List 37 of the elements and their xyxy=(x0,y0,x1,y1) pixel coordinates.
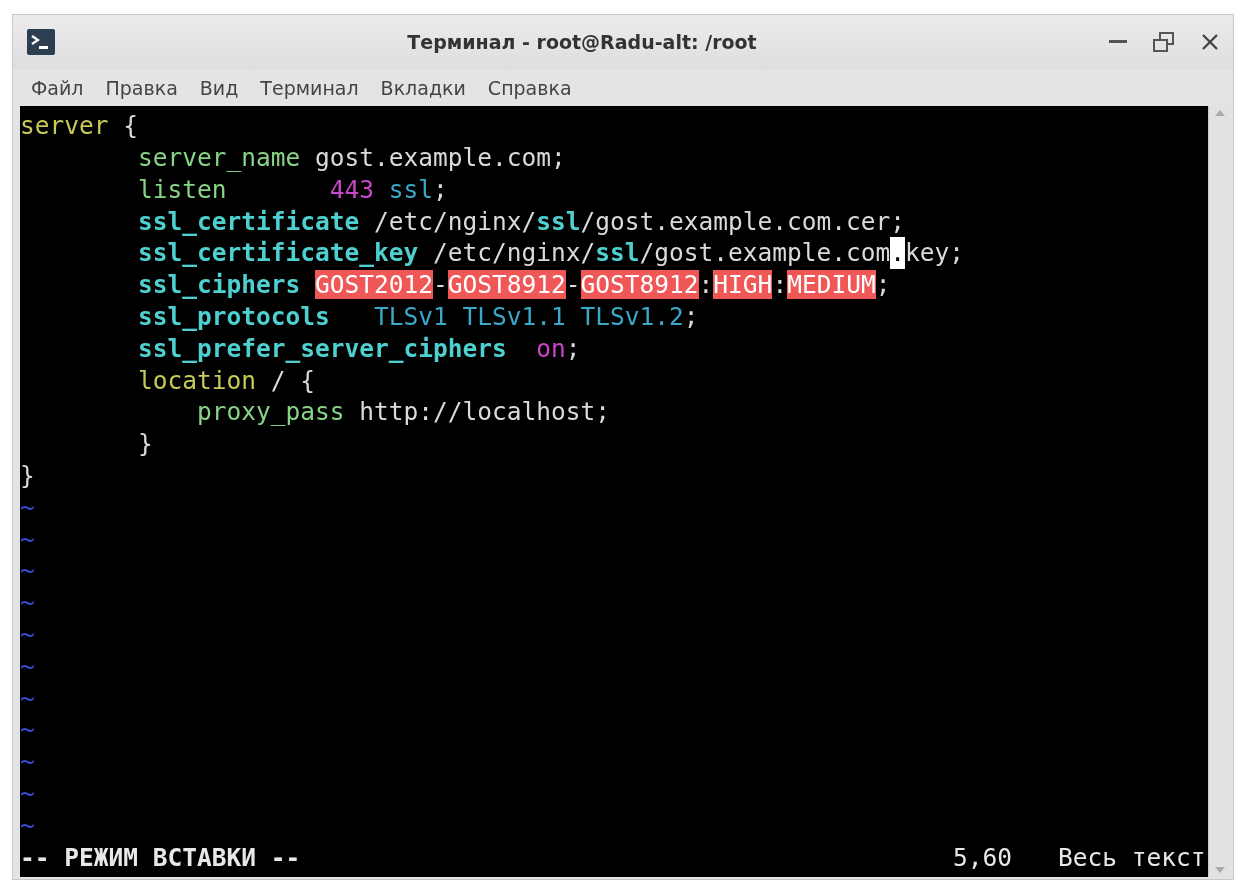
empty-line-marker: ~ xyxy=(20,809,36,842)
empty-line-marker: ~ xyxy=(20,618,36,651)
cursor-position: 5,60 xyxy=(953,841,1013,873)
code-line: ssl_ciphers GOST2012-GOST8912-GOST8912:HIGH:MEDIUM; xyxy=(137,269,892,301)
menu-item[interactable]: Вкладки xyxy=(372,72,474,103)
code-line: proxy_pass http://localhost; xyxy=(196,396,612,429)
code-line: ssl_certificate /etc/nginx/ssl/gost.example.com.cer; xyxy=(137,205,907,238)
empty-line-marker: ~ xyxy=(20,682,36,715)
empty-line-marker: ~ xyxy=(20,777,36,810)
scroll-position: Весь текст xyxy=(1058,841,1207,873)
window-title: Терминал - root@Radu-alt: /root xyxy=(406,31,758,54)
menu-item[interactable]: Вид xyxy=(191,72,247,103)
restore-icon[interactable] xyxy=(1153,32,1175,53)
empty-line-marker: ~ xyxy=(20,746,36,778)
close-icon[interactable] xyxy=(1201,33,1219,52)
empty-line-marker: ~ xyxy=(20,523,36,556)
menu-item[interactable]: Файл xyxy=(23,72,92,103)
code-line: } xyxy=(137,428,154,460)
code-line: ssl_protocols TLSv1 TLSv1.1 TLSv1.2; xyxy=(137,300,700,333)
code-line: } xyxy=(20,459,36,492)
menu-item[interactable]: Справка xyxy=(479,72,580,103)
menu-item[interactable]: Правка xyxy=(97,72,186,103)
mode-indicator: -- РЕЖИМ ВСТАВКИ -- xyxy=(20,841,302,873)
empty-line-marker: ~ xyxy=(20,714,36,747)
code-line: ssl_prefer_server_ciphers on; xyxy=(137,332,582,365)
minimize-icon[interactable] xyxy=(1109,40,1127,45)
empty-line-marker: ~ xyxy=(20,491,36,524)
code-line: ssl_certificate_key /etc/nginx/ssl/gost.example.com.key; xyxy=(137,237,966,270)
code-line: server_name gost.example.com; xyxy=(137,141,567,174)
empty-line-marker: ~ xyxy=(20,650,36,683)
empty-line-marker: ~ xyxy=(20,587,36,619)
code-line: server { xyxy=(20,110,140,142)
empty-line-marker: ~ xyxy=(20,555,36,588)
menu-item[interactable]: Терминал xyxy=(252,72,367,103)
terminal-icon xyxy=(27,29,55,56)
code-line: listen 443 ssl; xyxy=(137,173,449,206)
code-line: location / { xyxy=(137,364,317,397)
